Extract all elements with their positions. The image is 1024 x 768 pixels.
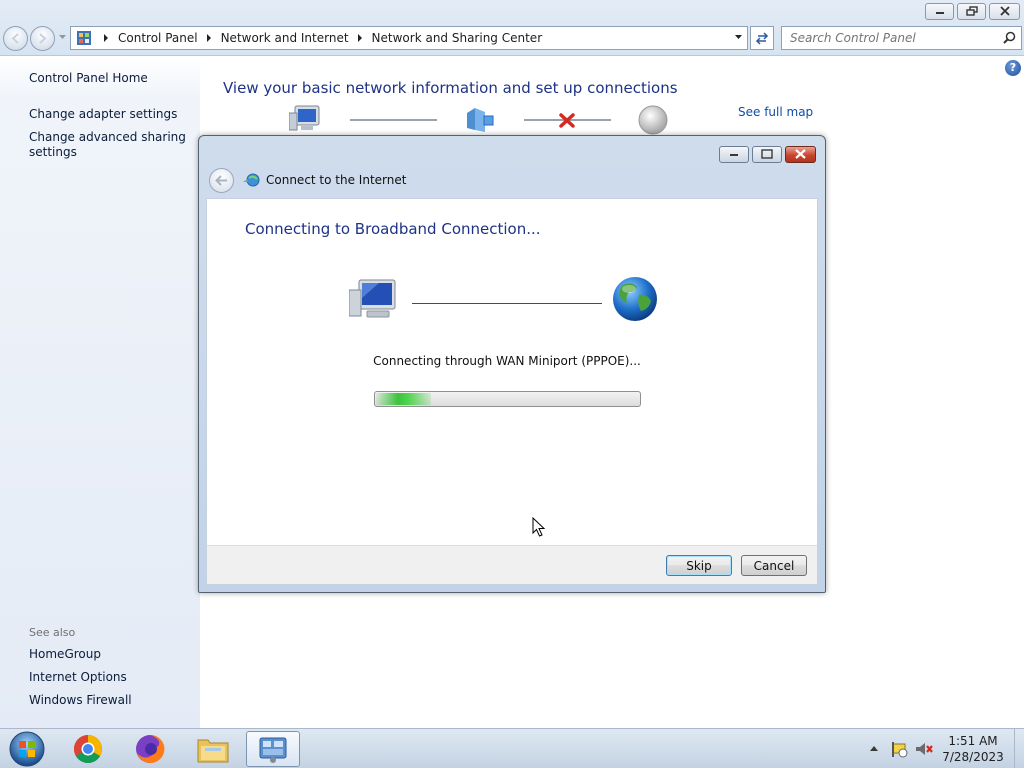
- homegroup-link[interactable]: HomeGroup: [29, 647, 189, 662]
- computer-icon: [349, 279, 396, 318]
- breadcrumb-separator[interactable]: [99, 34, 118, 42]
- network-icon: [467, 108, 494, 132]
- firefox-icon: [136, 734, 165, 763]
- taskbar-firefox[interactable]: [123, 731, 177, 767]
- search-icon[interactable]: [1003, 31, 1016, 44]
- action-center-flag-icon[interactable]: [890, 740, 908, 758]
- breadcrumb-separator[interactable]: [349, 34, 372, 42]
- refresh-button[interactable]: [750, 26, 774, 50]
- minimize-button[interactable]: [925, 3, 954, 20]
- minimize-icon: [730, 154, 738, 156]
- breadcrumb-separator[interactable]: [198, 34, 221, 42]
- dialog-close-button[interactable]: [785, 146, 816, 163]
- dialog-title: Connect to the Internet: [266, 173, 407, 187]
- connection-progress-bar: [374, 391, 641, 407]
- chevron-right-icon: [206, 34, 211, 42]
- show-hidden-icons-icon[interactable]: [869, 745, 879, 752]
- computer-icon: [289, 105, 320, 131]
- breadcrumb-network-and-sharing-center[interactable]: Network and Sharing Center: [372, 31, 543, 45]
- recent-pages-dropdown-icon[interactable]: [58, 34, 67, 40]
- internet-options-link[interactable]: Internet Options: [29, 670, 189, 685]
- taskbar-chrome[interactable]: [61, 731, 115, 767]
- left-navigation-pane: Control Panel Home Change adapter settin…: [0, 57, 200, 728]
- mouse-cursor-icon: [532, 517, 546, 537]
- close-icon: [999, 6, 1010, 16]
- clock-time[interactable]: 1:51 AM: [930, 734, 1016, 748]
- back-button[interactable]: [3, 26, 28, 51]
- map-connection-line: [350, 119, 437, 121]
- restore-icon: [965, 6, 978, 16]
- cancel-button[interactable]: Cancel: [741, 555, 807, 576]
- connecting-heading: Connecting to Broadband Connection...: [245, 220, 541, 238]
- breadcrumb-network-and-internet[interactable]: Network and Internet: [221, 31, 349, 45]
- address-dropdown-icon[interactable]: [734, 34, 743, 40]
- control-panel-icon: [77, 31, 91, 45]
- dialog-maximize-button[interactable]: [752, 146, 782, 163]
- dialog-minimize-button[interactable]: [719, 146, 749, 163]
- back-arrow-icon: [11, 33, 19, 44]
- back-arrow-icon: [215, 175, 227, 186]
- see-also-label: See also: [29, 626, 76, 639]
- dialog-button-bar: Skip Cancel: [206, 545, 818, 585]
- folder-icon: [197, 739, 229, 763]
- dialog-content: Connecting to Broadband Connection... Co…: [206, 198, 818, 545]
- taskbar-control-panel[interactable]: [246, 731, 300, 767]
- taskbar-file-explorer[interactable]: [186, 731, 240, 767]
- chrome-icon: [74, 735, 102, 763]
- close-button[interactable]: [989, 3, 1020, 20]
- connection-status-text: Connecting through WAN Miniport (PPPOE).…: [373, 354, 641, 368]
- see-full-map-link[interactable]: See full map: [738, 105, 813, 119]
- chevron-right-icon: [357, 34, 362, 42]
- internet-globe-icon: [638, 105, 668, 135]
- progress-bar-marquee: [376, 393, 431, 405]
- restore-button[interactable]: [957, 3, 986, 20]
- chevron-right-icon: [104, 34, 108, 42]
- connect-to-internet-icon: [243, 173, 260, 187]
- disconnected-x-icon: [559, 113, 575, 128]
- forward-arrow-icon: [39, 33, 47, 44]
- close-icon: [795, 149, 806, 159]
- address-bar[interactable]: Control Panel Network and Internet Netwo…: [70, 26, 748, 50]
- control-panel-home-link[interactable]: Control Panel Home: [29, 71, 189, 86]
- show-desktop-button[interactable]: [1014, 729, 1024, 768]
- clock-date[interactable]: 7/28/2023: [930, 750, 1016, 764]
- connection-line: [412, 303, 602, 304]
- page-title: View your basic network information and …: [223, 79, 678, 97]
- search-input[interactable]: [781, 26, 1022, 50]
- maximize-icon: [761, 149, 773, 159]
- help-icon[interactable]: ?: [1005, 60, 1021, 76]
- forward-button[interactable]: [30, 26, 55, 51]
- skip-button[interactable]: Skip: [666, 555, 732, 576]
- network-control-panel-icon: [259, 737, 287, 763]
- change-adapter-settings-link[interactable]: Change adapter settings: [29, 107, 189, 122]
- change-advanced-sharing-settings-link[interactable]: Change advanced sharing settings: [29, 130, 189, 160]
- taskbar: 1:51 AM 7/28/2023: [0, 728, 1024, 768]
- windows-start-icon: [9, 731, 45, 767]
- windows-firewall-link[interactable]: Windows Firewall: [29, 693, 189, 708]
- dialog-back-button[interactable]: [209, 168, 234, 193]
- internet-globe-icon: [613, 277, 657, 321]
- start-button[interactable]: [0, 731, 54, 767]
- refresh-icon: [755, 32, 769, 45]
- connect-to-internet-dialog: Connect to the Internet Connecting to Br…: [198, 135, 826, 593]
- window-title-bar: Control Panel Network and Internet Netwo…: [0, 0, 1024, 56]
- breadcrumb-control-panel[interactable]: Control Panel: [118, 31, 198, 45]
- minimize-icon: [935, 12, 944, 14]
